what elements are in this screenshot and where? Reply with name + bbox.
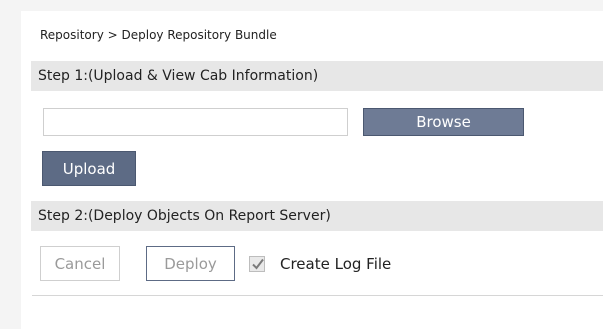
file-path-input[interactable] (43, 108, 348, 136)
step1-header: Step 1:(Upload & View Cab Information) (31, 61, 603, 91)
breadcrumb: Repository > Deploy Repository Bundle (40, 28, 277, 42)
checkmark-icon (252, 258, 264, 270)
create-log-label: Create Log File (280, 255, 392, 273)
upload-button[interactable]: Upload (42, 151, 136, 186)
divider (32, 295, 603, 296)
browse-button[interactable]: Browse (363, 108, 524, 136)
deploy-button[interactable]: Deploy (146, 246, 235, 281)
create-log-checkbox[interactable] (249, 256, 265, 272)
deploy-bundle-panel: Repository > Deploy Repository Bundle St… (21, 11, 603, 329)
step2-header: Step 2:(Deploy Objects On Report Server) (31, 201, 603, 231)
create-log-option[interactable]: Create Log File (249, 254, 391, 274)
cancel-button[interactable]: Cancel (40, 246, 120, 281)
